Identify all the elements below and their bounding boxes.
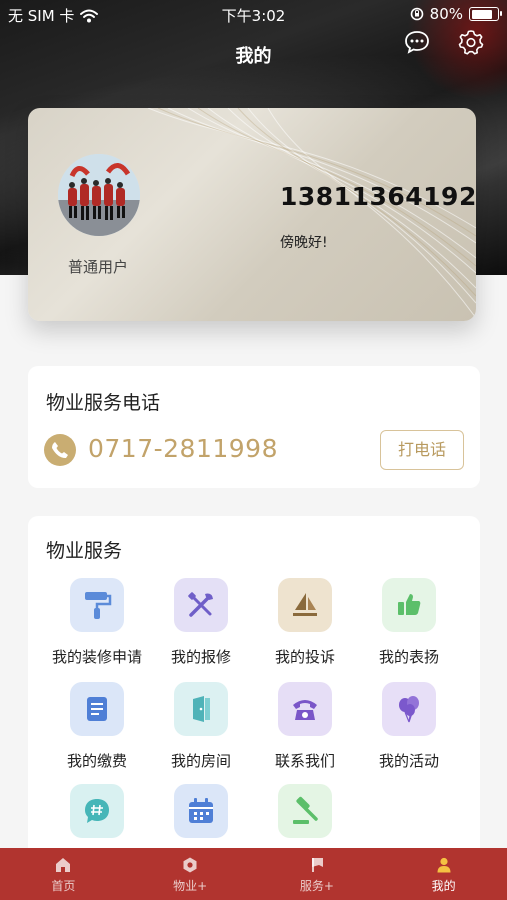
service-renovation-application[interactable]: 我的装修申请 (42, 578, 152, 667)
bill-icon (70, 682, 124, 736)
gavel-icon (278, 784, 332, 838)
user-greeting: 傍晚好! (280, 235, 328, 251)
thumbs-up-icon (382, 578, 436, 632)
service-activity[interactable]: 我的活动 (354, 682, 464, 771)
battery-percent: 80% (429, 5, 463, 23)
status-right: 80% (410, 5, 502, 23)
home-icon (56, 858, 71, 872)
user-icon (437, 857, 451, 873)
telephone-icon (278, 682, 332, 736)
call-button[interactable]: 打电话 (380, 430, 464, 470)
user-phone: 13811364192 (280, 182, 476, 211)
service-label: 我的投诉 (274, 648, 335, 666)
chat-bubble-icon[interactable] (403, 28, 431, 56)
service-praise[interactable]: 我的表扬 (354, 578, 464, 667)
rotation-lock-icon (410, 7, 423, 21)
services-title: 物业服务 (46, 540, 123, 562)
hotline-card: 物业服务电话 0717-2811998 打电话 (28, 366, 480, 488)
service-topic[interactable] (42, 784, 152, 838)
service-label: 我的房间 (170, 752, 231, 770)
battery-icon (469, 7, 502, 21)
battery-fill (471, 9, 492, 19)
service-label: 我的缴费 (66, 752, 127, 770)
service-repair[interactable]: 我的报修 (146, 578, 256, 667)
service-calendar[interactable] (146, 784, 256, 838)
service-mediation[interactable] (250, 784, 360, 838)
phone-icon (44, 434, 76, 466)
calendar-icon (174, 784, 228, 838)
hotline-number: 0717-2811998 (88, 434, 278, 463)
service-complaint[interactable]: 我的投诉 (250, 578, 360, 667)
tab-mine[interactable]: 我的 (380, 848, 507, 900)
service-label: 我的报修 (170, 648, 231, 666)
avatar[interactable] (58, 154, 140, 236)
flag-icon (311, 858, 323, 872)
hexagon-icon (183, 857, 197, 873)
gear-icon[interactable] (457, 28, 485, 56)
balloons-icon (382, 682, 436, 736)
service-label: 我的活动 (378, 752, 439, 770)
paint-roller-icon (70, 578, 124, 632)
hotline-title: 物业服务电话 (46, 392, 161, 414)
tab-property[interactable]: 物业+ (127, 848, 254, 900)
services-card: 物业服务 我的装修申请 我的报修 我的投诉 我的表扬 我的缴费 我的房间 联系我… (28, 516, 480, 876)
tab-bar: 首页 物业+ 服务+ 我的 (0, 848, 507, 900)
service-contact-us[interactable]: 联系我们 (250, 682, 360, 771)
avatar-photo (58, 154, 140, 236)
tab-label: 我的 (431, 879, 456, 893)
service-label: 我的表扬 (378, 648, 439, 666)
tools-icon (174, 578, 228, 632)
user-card[interactable]: 普通用户 13811364192 傍晚好! (28, 108, 476, 321)
tab-home[interactable]: 首页 (0, 848, 127, 900)
tab-label: 首页 (51, 879, 76, 893)
complaint-icon (278, 578, 332, 632)
user-role: 普通用户 (67, 258, 128, 276)
service-label: 联系我们 (274, 752, 335, 770)
status-bar: 无 SIM 卡 下午3:02 80% (0, 0, 507, 28)
service-label: 我的装修申请 (51, 648, 142, 666)
door-icon (174, 682, 228, 736)
tab-label: 物业+ (173, 879, 208, 893)
tab-label: 服务+ (299, 879, 334, 893)
tab-services[interactable]: 服务+ (254, 848, 381, 900)
hashtag-chat-icon (70, 784, 124, 838)
service-payment[interactable]: 我的缴费 (42, 682, 152, 771)
service-room[interactable]: 我的房间 (146, 682, 256, 771)
